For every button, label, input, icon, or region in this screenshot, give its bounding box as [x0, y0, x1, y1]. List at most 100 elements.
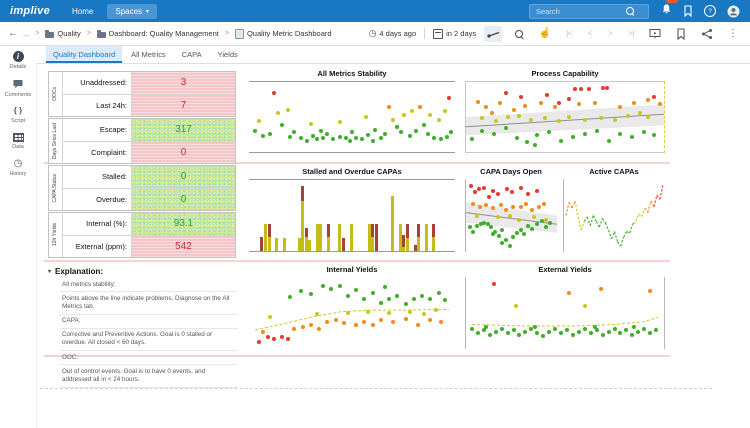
capa-days-open-chart[interactable] — [465, 179, 557, 252]
data-point — [354, 136, 358, 140]
data-point — [257, 119, 261, 123]
folder-icon — [45, 32, 54, 38]
metric-value: 0 — [132, 142, 235, 164]
panel-external-yields: External Yields — [464, 265, 666, 353]
table-row: Last 24h: 7 — [63, 94, 235, 117]
panel-process-capability: Process Capability — [464, 69, 666, 157]
chart-title: Process Capability — [464, 69, 666, 80]
data-point — [573, 87, 577, 91]
tab-yields[interactable]: Yields — [211, 45, 245, 63]
metric-value: 0 — [132, 189, 235, 211]
data-point — [338, 284, 342, 288]
metric-value: 7 — [132, 95, 235, 117]
notification-badge: 99+ — [666, 0, 678, 3]
data-point — [416, 323, 420, 327]
search-input[interactable] — [534, 6, 626, 17]
data-point — [504, 126, 508, 130]
zoom-tool-button[interactable] — [510, 26, 528, 42]
first-page-icon[interactable]: |< — [562, 29, 576, 38]
prev-page-icon[interactable]: < — [584, 29, 596, 38]
data-point — [583, 304, 587, 308]
explanation-title[interactable]: ▾ Explanation: — [48, 267, 238, 276]
data-point — [607, 139, 611, 143]
data-point — [567, 291, 571, 295]
pan-tool-button[interactable]: ☝ — [536, 26, 554, 42]
chevron-down-icon: ▾ — [146, 8, 149, 15]
data-point — [553, 105, 557, 109]
more-menu-button[interactable]: ⋮ — [724, 26, 742, 42]
data-point — [299, 136, 303, 140]
time-back-button[interactable]: ◷ 4 days ago — [369, 29, 417, 38]
rail-item-script[interactable]: { } Script — [11, 107, 25, 124]
bookmark-icon[interactable] — [683, 5, 693, 17]
nav-spaces-button[interactable]: Spaces ▾ — [107, 4, 157, 19]
data-point — [383, 285, 387, 289]
data-point — [325, 320, 329, 324]
external-yields-chart[interactable] — [465, 277, 665, 349]
tab-all-metrics[interactable]: All Metrics — [124, 45, 173, 63]
data-point — [286, 337, 290, 341]
data-point — [268, 132, 272, 136]
data-point — [272, 337, 276, 341]
next-page-icon[interactable]: > — [604, 29, 616, 38]
data-point — [443, 109, 447, 113]
data-point — [329, 287, 333, 291]
data-point — [286, 108, 290, 112]
bookmark-button[interactable] — [672, 26, 690, 42]
rail-item-comments[interactable]: Comments — [5, 79, 32, 98]
data-point — [426, 132, 430, 136]
help-icon[interactable]: ? — [704, 5, 716, 17]
avatar[interactable] — [727, 5, 740, 18]
bar — [327, 180, 330, 251]
data-point — [470, 327, 474, 331]
data-point — [567, 115, 571, 119]
data-point — [445, 135, 449, 139]
data-point — [428, 297, 432, 301]
breadcrumb-item-quality[interactable]: Quality — [45, 29, 80, 38]
all-metrics-stability-chart[interactable] — [249, 81, 455, 153]
bar — [371, 180, 374, 251]
left-rail: i Details Comments { } Script Data ◷ His… — [0, 45, 37, 428]
bar — [375, 180, 378, 251]
data-point — [595, 328, 599, 332]
data-point — [512, 328, 516, 332]
panel-internal-yields: Internal Yields — [248, 265, 456, 353]
notifications-button[interactable]: 99+ — [661, 2, 672, 20]
share-button[interactable] — [698, 26, 716, 42]
data-point — [371, 291, 375, 295]
active-capas-chart[interactable] — [563, 179, 665, 252]
nav-home[interactable]: Home — [72, 7, 93, 16]
crumb-separator: > — [87, 30, 91, 37]
breadcrumb-item-metric-dashboard[interactable]: Quality Metric Dashboard — [235, 29, 332, 39]
rail-item-data[interactable]: Data — [12, 133, 24, 150]
info-icon: i — [13, 51, 24, 62]
data-point — [599, 287, 603, 291]
app-window: implive Home Spaces ▾ 99+ ? — [0, 0, 750, 428]
data-point — [338, 135, 342, 139]
internal-yields-chart[interactable] — [249, 277, 455, 349]
stalled-overdue-capas-chart[interactable] — [249, 179, 455, 252]
data-point — [364, 115, 368, 119]
data-point — [613, 118, 617, 122]
table-row: Internal (%): 93.1 — [63, 213, 235, 235]
metric-value: 0 — [132, 166, 235, 188]
back-icon[interactable]: ← — [8, 28, 18, 39]
data-point — [567, 97, 571, 101]
tab-quality-dashboard[interactable]: Quality Dashboard — [46, 45, 122, 63]
data-point — [346, 294, 350, 298]
bar — [368, 180, 371, 251]
present-button[interactable] — [646, 26, 664, 42]
breadcrumb-item-dashboard[interactable]: Dashboard: Quality Management — [97, 29, 219, 38]
tab-capa[interactable]: CAPA — [175, 45, 209, 63]
panel-all-metrics-stability: All Metrics Stability — [248, 69, 456, 157]
global-search[interactable] — [529, 4, 649, 19]
last-page-icon[interactable]: >| — [624, 29, 638, 38]
data-point — [630, 333, 634, 337]
rail-item-details[interactable]: i Details — [10, 51, 27, 70]
trend-tool-button[interactable] — [484, 26, 502, 42]
time-forward-button[interactable]: in 2 days — [433, 29, 476, 39]
rail-item-history[interactable]: ◷ History — [9, 159, 26, 177]
process-capability-chart[interactable] — [465, 81, 665, 153]
app-logo[interactable]: implive — [10, 5, 50, 17]
breadcrumb-overflow[interactable]: ... — [23, 29, 29, 38]
